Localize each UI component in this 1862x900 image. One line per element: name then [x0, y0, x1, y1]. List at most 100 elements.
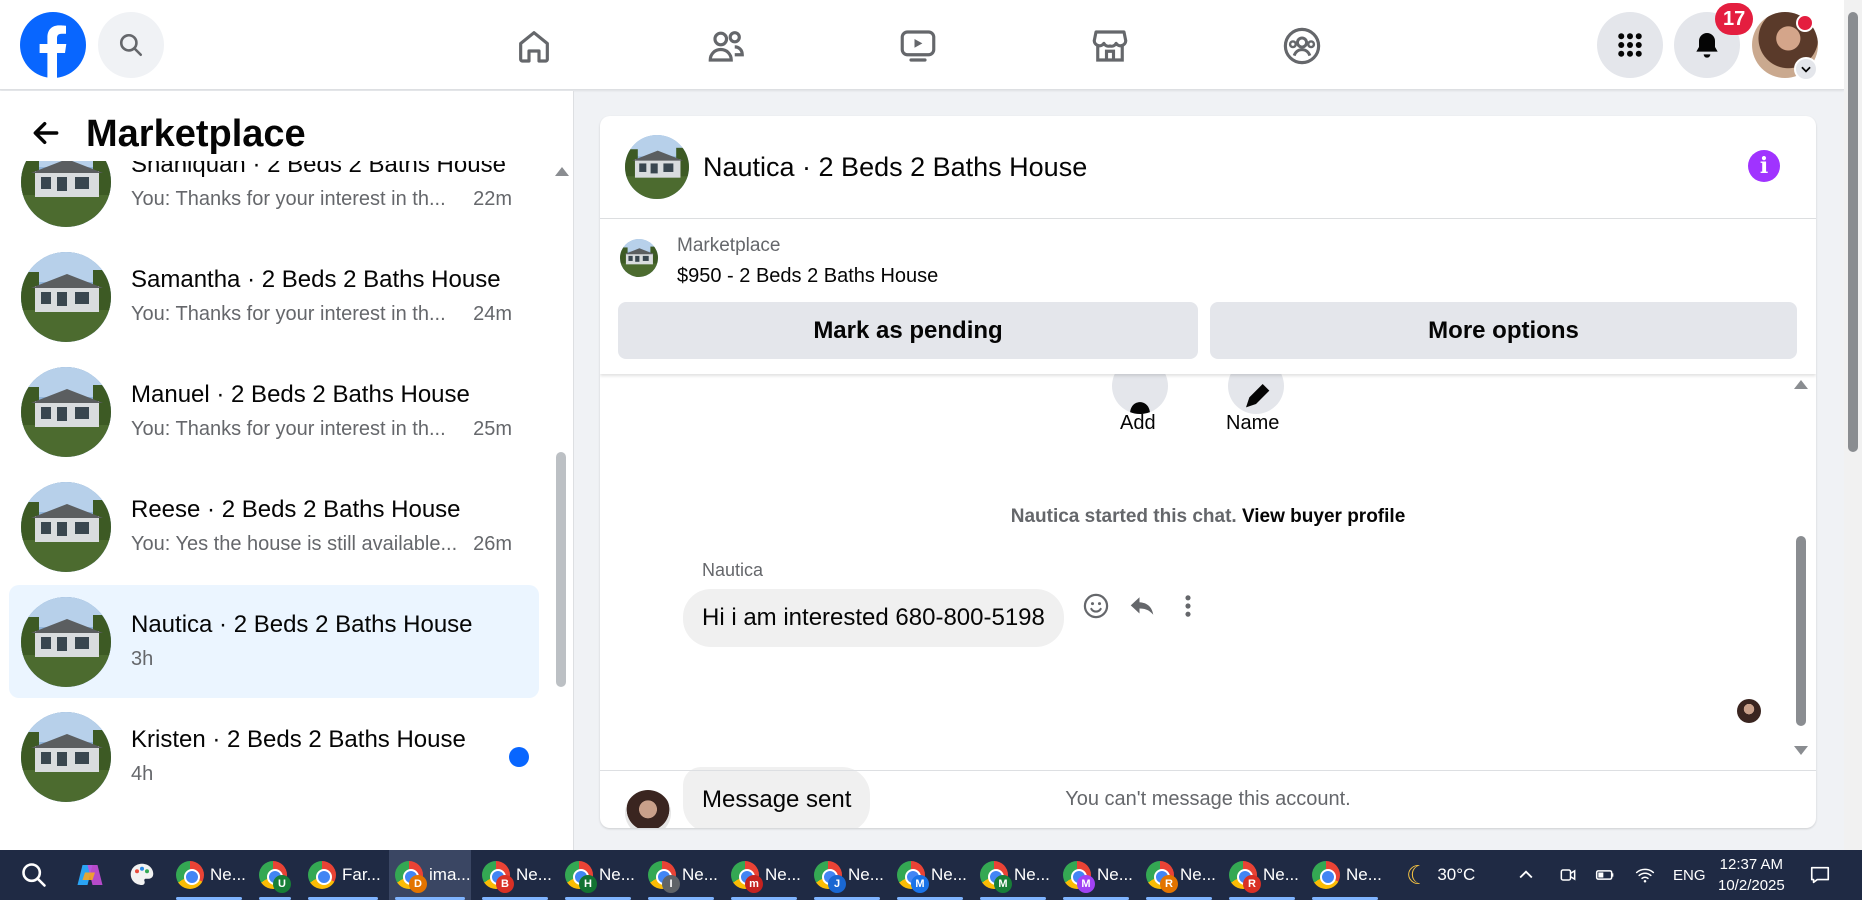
chrome-icon: M	[1063, 861, 1095, 893]
taskbar-chrome-window[interactable]: M Ne...	[1057, 850, 1135, 900]
reply-button[interactable]	[1126, 590, 1158, 622]
chevron-down-icon	[1801, 66, 1811, 73]
chrome-icon: R	[1146, 861, 1178, 893]
facebook-logo[interactable]	[20, 12, 86, 78]
taskbar-window-label: Far...	[342, 865, 381, 884]
battery-button[interactable]	[1594, 850, 1616, 900]
page-scrollbar-thumb[interactable]	[1848, 12, 1858, 452]
add-label: Add	[1120, 412, 1156, 434]
conversation-item[interactable]: Nautica · 2 Beds 2 Baths House 3h	[9, 585, 539, 698]
taskbar-chrome-window[interactable]: H Ne...	[559, 850, 637, 900]
conversation-time: 24m	[473, 303, 512, 325]
mark-as-pending-button[interactable]: Mark as pending	[618, 302, 1198, 359]
thread-scroll-down-arrow[interactable]	[1794, 746, 1808, 755]
profile-overlay-badge: B	[496, 875, 514, 893]
conversation-time: 26m	[473, 533, 512, 555]
unread-indicator	[509, 747, 529, 767]
taskbar-chrome-window[interactable]: J Ne...	[808, 850, 886, 900]
video-icon	[900, 30, 936, 62]
more-options-button[interactable]: More options	[1210, 302, 1797, 359]
marketplace-tab[interactable]	[1080, 16, 1140, 76]
thread-scrollbar-thumb[interactable]	[1796, 536, 1806, 726]
conversation-preview: You: Thanks for your interest in th...	[131, 303, 446, 325]
more-actions-button[interactable]	[1172, 590, 1204, 622]
pencil-icon	[1246, 384, 1270, 408]
meet-now-button[interactable]	[1558, 850, 1578, 900]
thread-scroll-up-arrow[interactable]	[1794, 380, 1808, 389]
conversation-time: 25m	[473, 418, 512, 440]
taskbar-chrome-window[interactable]: M Ne...	[974, 850, 1052, 900]
chrome-icon: B	[482, 861, 514, 893]
chrome-icon: m	[731, 861, 763, 893]
network-button[interactable]	[1634, 850, 1656, 900]
conversation-item[interactable]: Kristen · 2 Beds 2 Baths House 4h	[9, 700, 539, 813]
friends-icon	[708, 31, 744, 62]
listing-thumbnail	[21, 597, 111, 687]
show-hidden-icons-button[interactable]	[1516, 850, 1536, 900]
profile-overlay-badge: M	[994, 875, 1012, 893]
clock-time: 12:37 AM	[1719, 856, 1784, 873]
video-tab[interactable]	[888, 16, 948, 76]
taskbar-chrome-window[interactable]: Ne...	[170, 850, 248, 900]
taskbar-chrome-window[interactable]: Dima...	[389, 850, 471, 900]
friends-tab[interactable]	[696, 16, 756, 76]
notification-center-button[interactable]	[1808, 850, 1832, 900]
paint-app-button[interactable]	[122, 850, 162, 900]
conversation-item[interactable]: Manuel · 2 Beds 2 Baths House You: Thanks…	[9, 355, 539, 468]
chat-title[interactable]: Nautica · 2 Beds 2 Baths House	[703, 152, 1087, 183]
taskbar-chrome-window[interactable]: R Ne...	[1223, 850, 1301, 900]
conversation-preview: 4h	[131, 763, 154, 785]
start-search-button[interactable]	[14, 850, 54, 900]
conversation-preview: You: Thanks for your interest in th...	[131, 188, 446, 210]
thread-scrollbar[interactable]	[1794, 380, 1808, 760]
back-button[interactable]	[26, 113, 66, 153]
weather-widget[interactable]: ☾ 30°C	[1406, 850, 1475, 900]
chrome-icon	[1312, 861, 1340, 889]
chrome-icon: I	[648, 861, 680, 893]
copilot-button[interactable]	[70, 850, 110, 900]
info-button[interactable]: i	[1748, 150, 1780, 182]
menu-button[interactable]	[1597, 12, 1663, 78]
taskbar-chrome-window[interactable]: Ne...	[1306, 850, 1384, 900]
camera-icon	[1560, 869, 1576, 881]
more-vertical-icon	[1185, 595, 1191, 617]
taskbar-chrome-window[interactable]: M Ne...	[891, 850, 969, 900]
language-indicator[interactable]: ENG	[1673, 850, 1706, 900]
conversation-name: Kristen · 2 Beds 2 Baths House	[131, 726, 466, 753]
bell-icon	[1696, 33, 1718, 58]
listing-small-thumbnail[interactable]	[620, 239, 658, 277]
taskbar-chrome-window[interactable]: R Ne...	[1140, 850, 1218, 900]
profile-overlay-badge: M	[1077, 875, 1095, 893]
groups-tab[interactable]	[1272, 16, 1332, 76]
chrome-icon: M	[980, 861, 1012, 893]
conversation-item[interactable]: Reese · 2 Beds 2 Baths House You: Yes the…	[9, 470, 539, 583]
react-button[interactable]	[1080, 590, 1112, 622]
scroll-up-arrow[interactable]	[555, 167, 569, 176]
taskbar-chrome-window[interactable]: U	[253, 850, 297, 900]
message-thread: Add Name Nautica started this chat. View…	[600, 358, 1816, 828]
taskbar-chrome-window[interactable]: B Ne...	[476, 850, 554, 900]
chrome-icon: D	[395, 861, 427, 893]
home-icon	[519, 31, 549, 63]
incoming-message-bubble[interactable]: Hi i am interested 680-800-5198	[683, 589, 1064, 647]
battery-icon	[1595, 870, 1614, 880]
groups-icon	[1283, 27, 1321, 65]
home-tab[interactable]	[504, 16, 564, 76]
search-button[interactable]	[98, 12, 164, 78]
page-scrollbar[interactable]	[1844, 0, 1862, 850]
taskbar-chrome-window[interactable]: m Ne...	[725, 850, 803, 900]
taskbar-chrome-window[interactable]: Far...	[302, 850, 384, 900]
scrollbar-thumb[interactable]	[556, 452, 566, 687]
view-buyer-profile-link[interactable]: View buyer profile	[1242, 506, 1405, 527]
arrow-left-icon	[33, 121, 59, 145]
taskbar-window-label: Ne...	[1263, 865, 1299, 884]
sidebar-scrollbar[interactable]	[555, 167, 569, 837]
listing-price-title[interactable]: $950 - 2 Beds 2 Baths House	[677, 265, 938, 288]
taskbar-chrome-window[interactable]: I Ne...	[642, 850, 720, 900]
marketplace-icon	[1092, 30, 1128, 62]
conversation-item[interactable]: Samantha · 2 Beds 2 Baths House You: Than…	[9, 240, 539, 353]
system-clock[interactable]: 12:37 AM 10/2/2025	[1718, 854, 1785, 896]
account-menu-button[interactable]	[1794, 57, 1818, 81]
profile-overlay-badge: D	[409, 875, 427, 893]
listing-thumbnail[interactable]	[625, 135, 689, 199]
